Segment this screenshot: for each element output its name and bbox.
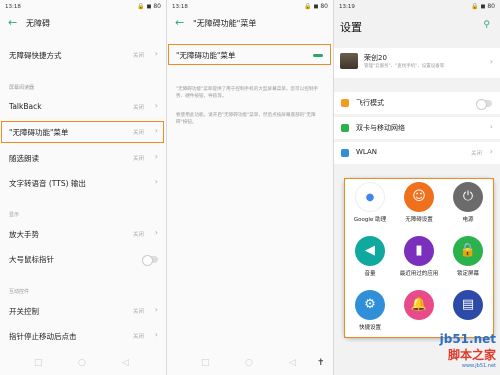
watermark: jb51.net 脚本之家 www.jb51.net	[440, 332, 496, 369]
row-label: 飞行模式	[356, 99, 384, 107]
row-sim[interactable]: 双卡与移动网络 ›	[334, 117, 500, 139]
watermark-url: www.jb51.net	[461, 363, 496, 369]
settings-panel: 13:19 🔒 ◼ 80 设置 ⚲ 荣创20 管理"云服务"、"查找手机"、设置…	[334, 0, 500, 375]
row-wlan[interactable]: WLAN 关闭 ›	[334, 142, 500, 164]
back-nav-icon[interactable]: ◁	[122, 358, 129, 368]
search-icon[interactable]: ⚲	[483, 20, 490, 30]
back-arrow-icon[interactable]: ←	[8, 17, 17, 29]
home-nav-icon[interactable]: ○	[245, 358, 253, 368]
square-nav-icon[interactable]: □	[201, 358, 210, 368]
highlight-box	[168, 44, 331, 65]
page-title: "无障碍功能"菜单	[193, 19, 257, 28]
row-label: 双卡与移动网络	[356, 124, 405, 132]
section-title: 显示	[9, 212, 20, 218]
status-bar: 13:19 🔒 ◼ 80	[339, 3, 495, 13]
status-time: 13:19	[339, 4, 355, 10]
status-icons: 🔒 ◼ 80	[471, 3, 495, 10]
row-label: 大号鼠标指针	[9, 255, 54, 264]
row-shortcut[interactable]: 无障碍快捷方式 关闭 ›	[0, 44, 166, 66]
header: ← "无障碍功能"菜单	[167, 14, 333, 34]
header: ← 无障碍	[0, 14, 166, 34]
toggle-switch[interactable]	[476, 99, 492, 110]
back-nav-icon[interactable]: ◁	[289, 358, 296, 368]
page-title: 无障碍	[26, 19, 50, 28]
status-icons: 🔒 ◼ 80	[304, 3, 328, 10]
row-dwell-click[interactable]: 指针停止移动后点击 关闭 ›	[0, 325, 166, 347]
row-value: 关闭	[132, 156, 144, 162]
chevron-right-icon: ›	[489, 147, 493, 156]
status-bar: 13:18 🔒 ◼ 80	[172, 3, 328, 13]
watermark-domain: jb51.net	[439, 332, 496, 346]
chevron-right-icon: ›	[154, 49, 158, 58]
accessibility-panel: 13:18 🔒 ◼ 80 ← 无障碍 无障碍快捷方式 关闭 › 屏幕阅读器 Talk…	[0, 0, 166, 375]
section-title: 屏幕阅读器	[9, 85, 35, 91]
row-value: 关闭	[132, 53, 144, 59]
row-label: 文字转语音 (TTS) 输出	[9, 179, 86, 188]
chevron-right-icon: ›	[154, 228, 158, 237]
square-nav-icon[interactable]: □	[34, 358, 43, 368]
description-text: "无障碍功能"菜单提供了用于控制手机的大型屏幕菜单。您可以控制手势、硬件按钮、导…	[176, 87, 319, 99]
wifi-icon	[341, 149, 349, 157]
toggle-switch[interactable]	[142, 255, 158, 266]
row-label: 开关控制	[9, 307, 39, 316]
row-label: TalkBack	[9, 102, 42, 111]
row-magnify[interactable]: 放大手势 关闭 ›	[0, 223, 166, 245]
page-title: 设置	[340, 21, 362, 34]
account-row[interactable]: 荣创20 管理"云服务"、"查找手机"、设置设备等 ›	[334, 48, 500, 78]
back-arrow-icon[interactable]: ←	[175, 17, 184, 29]
section-title: 互动控件	[9, 289, 30, 295]
row-tts[interactable]: 文字转语音 (TTS) 输出 ›	[0, 172, 166, 194]
account-name: 荣创20	[364, 54, 387, 62]
home-nav-icon[interactable]: ○	[78, 358, 86, 368]
account-subtitle: 管理"云服务"、"查找手机"、设置设备等	[364, 64, 445, 69]
chevron-right-icon: ›	[154, 152, 158, 161]
highlight-box	[1, 121, 164, 143]
nav-bar: □ ○ ◁ ✝	[167, 353, 333, 375]
chevron-right-icon: ›	[154, 305, 158, 314]
status-time: 13:18	[172, 4, 188, 10]
row-switch-access[interactable]: 开关控制 关闭 ›	[0, 300, 166, 322]
chevron-right-icon: ›	[154, 330, 158, 339]
nav-bar: □ ○ ◁	[0, 353, 166, 375]
avatar	[340, 53, 358, 69]
airplane-icon	[341, 99, 349, 107]
row-airplane[interactable]: 飞行模式	[334, 92, 500, 114]
row-value: 关闭	[132, 105, 144, 111]
row-select-to-speak[interactable]: 随选朗读 关闭 ›	[0, 147, 166, 169]
row-value: 关闭	[132, 334, 144, 340]
row-talkback[interactable]: TalkBack 关闭 ›	[0, 96, 166, 118]
chevron-right-icon: ›	[154, 177, 158, 186]
row-label: WLAN	[356, 148, 378, 156]
status-icons: 🔒 ◼ 80	[137, 3, 161, 10]
chevron-right-icon: ›	[489, 57, 493, 66]
description-text: 要使用此功能，请开启"无障碍功能"菜单，然后点按屏幕底部的"无障碍"按钮。	[176, 113, 316, 125]
row-value: 关闭	[132, 309, 144, 315]
row-value: 关闭	[132, 232, 144, 238]
row-label: 无障碍快捷方式	[9, 51, 62, 60]
row-label: 随选朗读	[9, 154, 39, 163]
highlight-box	[344, 178, 494, 338]
accessibility-button-icon[interactable]: ✝	[317, 358, 325, 368]
accessibility-menu-panel: 13:18 🔒 ◼ 80 ← "无障碍功能"菜单 "无障碍功能"菜单 "无障碍功…	[167, 0, 333, 375]
status-time: 13:18	[5, 4, 21, 10]
watermark-brand: 脚本之家	[447, 348, 496, 362]
row-large-pointer[interactable]: 大号鼠标指针	[0, 248, 166, 270]
row-value: 关闭	[470, 151, 482, 157]
chevron-right-icon: ›	[489, 122, 493, 131]
status-bar: 13:18 🔒 ◼ 80	[5, 3, 161, 13]
row-label: 指针停止移动后点击	[9, 332, 77, 341]
sim-card-icon	[341, 124, 349, 132]
chevron-right-icon: ›	[154, 101, 158, 110]
row-label: 放大手势	[9, 230, 39, 239]
